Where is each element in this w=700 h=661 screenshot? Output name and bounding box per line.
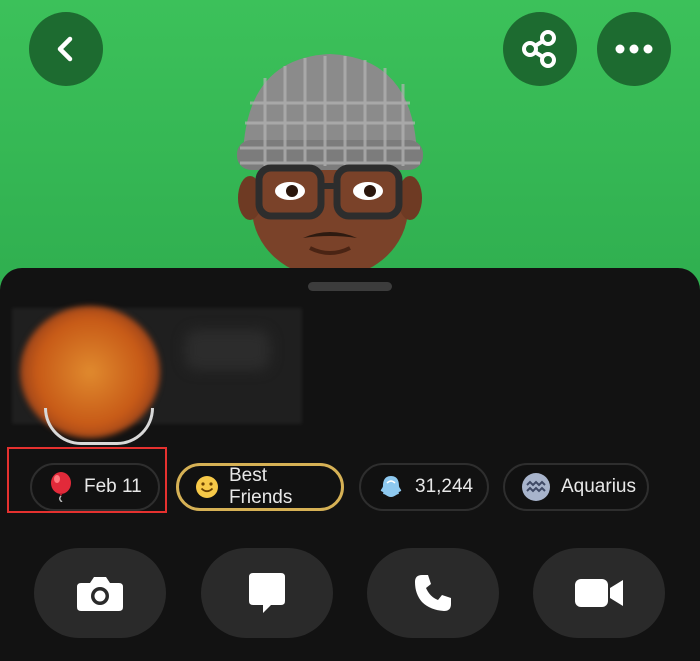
call-button[interactable] [367,548,499,638]
more-options-button[interactable] [597,12,671,86]
snapscore-label: 31,244 [415,476,474,497]
zodiac-label: Aquarius [561,476,636,497]
camera-icon [77,577,123,611]
video-icon [575,579,623,607]
display-name-blurred [185,330,270,370]
birthday-highlight-box [7,447,167,513]
aquarius-icon [521,472,551,502]
more-horizontal-icon [615,44,653,54]
bitmoji-avatar [237,54,423,280]
zodiac-chip[interactable]: Aquarius [503,463,649,511]
ghost-icon [377,473,405,501]
sheet-drag-handle[interactable] [308,282,392,291]
chevron-left-icon [57,36,73,62]
back-button[interactable] [29,12,103,86]
friendship-chip[interactable]: Best Friends [176,463,344,511]
camera-button[interactable] [34,548,166,638]
smiley-icon [195,475,219,499]
phone-icon [415,575,451,611]
share-button[interactable] [503,12,577,86]
share-icon [522,30,556,68]
chat-icon [249,573,285,613]
chat-button[interactable] [201,548,333,638]
video-call-button[interactable] [533,548,665,638]
friendship-label: Best Friends [229,465,293,508]
snapscore-chip[interactable]: 31,244 [359,463,489,511]
